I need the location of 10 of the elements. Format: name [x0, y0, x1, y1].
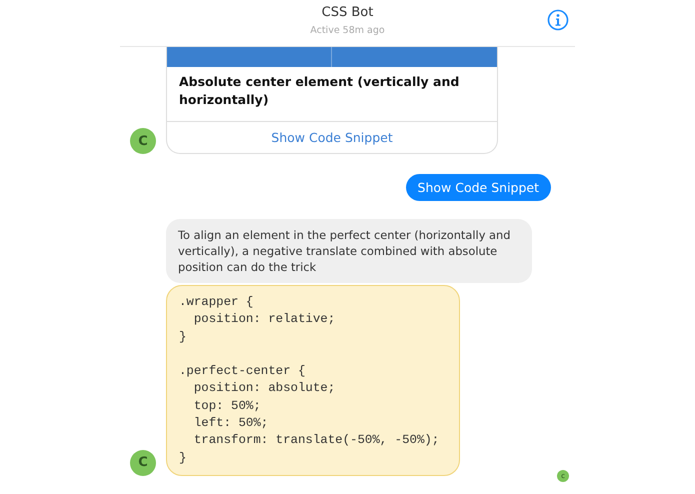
card-title: Absolute center element (vertically and horizontally) [178, 73, 460, 109]
bot-avatar: C [130, 450, 156, 476]
sent-message: Show Code Snippet [406, 174, 551, 201]
show-code-snippet-link[interactable]: Show Code Snippet [167, 121, 497, 153]
chat-title: CSS Bot [322, 5, 374, 20]
bot-avatar: C [130, 128, 156, 154]
active-status: Active 58m ago [310, 25, 385, 36]
info-icon[interactable] [547, 9, 569, 31]
received-message: To align an element in the perfect center (horizontally and vertically), a negative translate combined with absolute position can do the trick [166, 219, 532, 283]
code-snippet: .wrapper { position: relative; } .perfect-center { position: absolute; top: 50%; left: 50%; transform: translate(-50%, -50%); } [166, 285, 460, 476]
